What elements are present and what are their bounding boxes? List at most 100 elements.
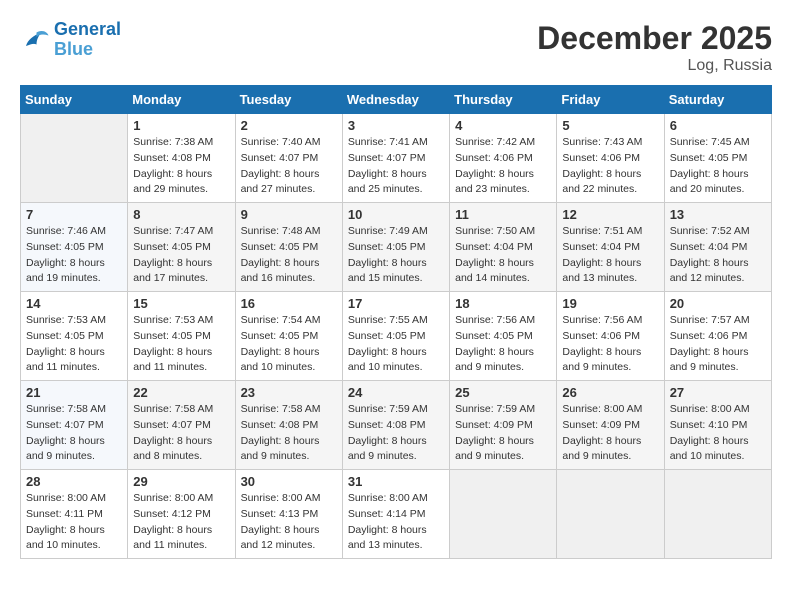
day-info: Sunrise: 7:47 AMSunset: 4:05 PMDaylight:… [133,224,229,287]
day-info: Sunrise: 7:41 AMSunset: 4:07 PMDaylight:… [348,135,444,198]
day-info: Sunrise: 7:46 AMSunset: 4:05 PMDaylight:… [26,224,122,287]
calendar-cell [557,470,664,559]
calendar-week-row: 7 Sunrise: 7:46 AMSunset: 4:05 PMDaylight… [21,203,772,292]
calendar-week-row: 1 Sunrise: 7:38 AMSunset: 4:08 PMDaylight… [21,114,772,203]
calendar-cell: 20Sunrise: 7:57 AMSunset: 4:06 PMDayligh… [664,292,771,381]
calendar-header-sunday: Sunday [21,86,128,114]
calendar-cell: 26 Sunrise: 8:00 AMSunset: 4:09 PMDayligh… [557,381,664,470]
calendar-header-saturday: Saturday [664,86,771,114]
day-number: 25 [455,385,551,400]
calendar-cell: 2Sunrise: 7:40 AMSunset: 4:07 PMDaylight… [235,114,342,203]
day-info: Sunrise: 8:00 AMSunset: 4:14 PMDaylight:… [348,491,444,554]
month-title: December 2025 [537,20,772,57]
day-number: 6 [670,118,766,133]
calendar-cell: 1 Sunrise: 7:38 AMSunset: 4:08 PMDaylight… [128,114,235,203]
calendar-header-thursday: Thursday [450,86,557,114]
calendar-cell: 13 Sunrise: 7:52 AMSunset: 4:04 PMDayligh… [664,203,771,292]
day-info: Sunrise: 8:00 AMSunset: 4:12 PMDaylight:… [133,491,229,554]
day-info: Sunrise: 7:38 AMSunset: 4:08 PMDaylight:… [133,135,229,198]
calendar-cell: 27Sunrise: 8:00 AMSunset: 4:10 PMDayligh… [664,381,771,470]
calendar-cell: 25 Sunrise: 7:59 AMSunset: 4:09 PMDayligh… [450,381,557,470]
calendar-week-row: 21 Sunrise: 7:58 AMSunset: 4:07 PMDayligh… [21,381,772,470]
day-number: 8 [133,207,229,222]
day-info: Sunrise: 7:55 AMSunset: 4:05 PMDaylight:… [348,313,444,376]
day-number: 3 [348,118,444,133]
calendar-header-tuesday: Tuesday [235,86,342,114]
day-info: Sunrise: 7:48 AMSunset: 4:05 PMDaylight:… [241,224,337,287]
day-number: 12 [562,207,658,222]
calendar-cell [21,114,128,203]
calendar-cell: 12 Sunrise: 7:51 AMSunset: 4:04 PMDayligh… [557,203,664,292]
day-info: Sunrise: 7:56 AMSunset: 4:06 PMDaylight:… [562,313,658,376]
location: Log, Russia [537,57,772,75]
day-number: 24 [348,385,444,400]
calendar-cell: 21 Sunrise: 7:58 AMSunset: 4:07 PMDayligh… [21,381,128,470]
title-block: December 2025 Log, Russia [537,20,772,75]
day-number: 26 [562,385,658,400]
calendar-cell: 4 Sunrise: 7:42 AMSunset: 4:06 PMDaylight… [450,114,557,203]
calendar-cell: 11Sunrise: 7:50 AMSunset: 4:04 PMDayligh… [450,203,557,292]
day-number: 14 [26,296,122,311]
calendar-cell: 31 Sunrise: 8:00 AMSunset: 4:14 PMDayligh… [342,470,449,559]
day-info: Sunrise: 7:57 AMSunset: 4:06 PMDaylight:… [670,313,766,376]
day-number: 31 [348,474,444,489]
day-number: 19 [562,296,658,311]
calendar-header-monday: Monday [128,86,235,114]
calendar-cell: 3 Sunrise: 7:41 AMSunset: 4:07 PMDaylight… [342,114,449,203]
day-info: Sunrise: 7:49 AMSunset: 4:05 PMDaylight:… [348,224,444,287]
calendar-header-friday: Friday [557,86,664,114]
calendar-cell: 29 Sunrise: 8:00 AMSunset: 4:12 PMDayligh… [128,470,235,559]
day-number: 15 [133,296,229,311]
calendar-table: SundayMondayTuesdayWednesdayThursdayFrid… [20,85,772,559]
calendar-header-wednesday: Wednesday [342,86,449,114]
day-info: Sunrise: 7:45 AMSunset: 4:05 PMDaylight:… [670,135,766,198]
day-number: 23 [241,385,337,400]
day-number: 13 [670,207,766,222]
page-header: General Blue December 2025 Log, Russia [20,20,772,75]
day-info: Sunrise: 7:42 AMSunset: 4:06 PMDaylight:… [455,135,551,198]
day-number: 2 [241,118,337,133]
day-info: Sunrise: 7:53 AMSunset: 4:05 PMDaylight:… [133,313,229,376]
day-info: Sunrise: 7:43 AMSunset: 4:06 PMDaylight:… [562,135,658,198]
calendar-cell: 14 Sunrise: 7:53 AMSunset: 4:05 PMDayligh… [21,292,128,381]
calendar-cell: 7 Sunrise: 7:46 AMSunset: 4:05 PMDaylight… [21,203,128,292]
day-number: 1 [133,118,229,133]
logo-icon [20,25,50,55]
day-info: Sunrise: 8:00 AMSunset: 4:11 PMDaylight:… [26,491,122,554]
day-info: Sunrise: 7:53 AMSunset: 4:05 PMDaylight:… [26,313,122,376]
calendar-cell: 17Sunrise: 7:55 AMSunset: 4:05 PMDayligh… [342,292,449,381]
calendar-cell: 19 Sunrise: 7:56 AMSunset: 4:06 PMDayligh… [557,292,664,381]
calendar-week-row: 14 Sunrise: 7:53 AMSunset: 4:05 PMDayligh… [21,292,772,381]
day-number: 9 [241,207,337,222]
calendar-cell: 24 Sunrise: 7:59 AMSunset: 4:08 PMDayligh… [342,381,449,470]
calendar-cell: 15 Sunrise: 7:53 AMSunset: 4:05 PMDayligh… [128,292,235,381]
day-info: Sunrise: 7:59 AMSunset: 4:09 PMDaylight:… [455,402,551,465]
logo-text: General Blue [54,20,121,60]
calendar-cell: 28Sunrise: 8:00 AMSunset: 4:11 PMDayligh… [21,470,128,559]
day-info: Sunrise: 7:51 AMSunset: 4:04 PMDaylight:… [562,224,658,287]
calendar-cell: 18Sunrise: 7:56 AMSunset: 4:05 PMDayligh… [450,292,557,381]
day-info: Sunrise: 7:58 AMSunset: 4:07 PMDaylight:… [133,402,229,465]
calendar-cell: 16Sunrise: 7:54 AMSunset: 4:05 PMDayligh… [235,292,342,381]
day-number: 29 [133,474,229,489]
day-info: Sunrise: 7:58 AMSunset: 4:08 PMDaylight:… [241,402,337,465]
day-info: Sunrise: 7:52 AMSunset: 4:04 PMDaylight:… [670,224,766,287]
day-number: 11 [455,207,551,222]
calendar-cell [450,470,557,559]
day-info: Sunrise: 7:59 AMSunset: 4:08 PMDaylight:… [348,402,444,465]
day-number: 30 [241,474,337,489]
logo: General Blue [20,20,121,60]
calendar-cell: 23 Sunrise: 7:58 AMSunset: 4:08 PMDayligh… [235,381,342,470]
day-info: Sunrise: 7:58 AMSunset: 4:07 PMDaylight:… [26,402,122,465]
day-info: Sunrise: 8:00 AMSunset: 4:13 PMDaylight:… [241,491,337,554]
calendar-cell: 22Sunrise: 7:58 AMSunset: 4:07 PMDayligh… [128,381,235,470]
day-number: 27 [670,385,766,400]
day-number: 4 [455,118,551,133]
calendar-cell: 5Sunrise: 7:43 AMSunset: 4:06 PMDaylight… [557,114,664,203]
calendar-cell [664,470,771,559]
day-number: 21 [26,385,122,400]
day-number: 7 [26,207,122,222]
day-number: 10 [348,207,444,222]
calendar-header-row: SundayMondayTuesdayWednesdayThursdayFrid… [21,86,772,114]
day-info: Sunrise: 8:00 AMSunset: 4:09 PMDaylight:… [562,402,658,465]
